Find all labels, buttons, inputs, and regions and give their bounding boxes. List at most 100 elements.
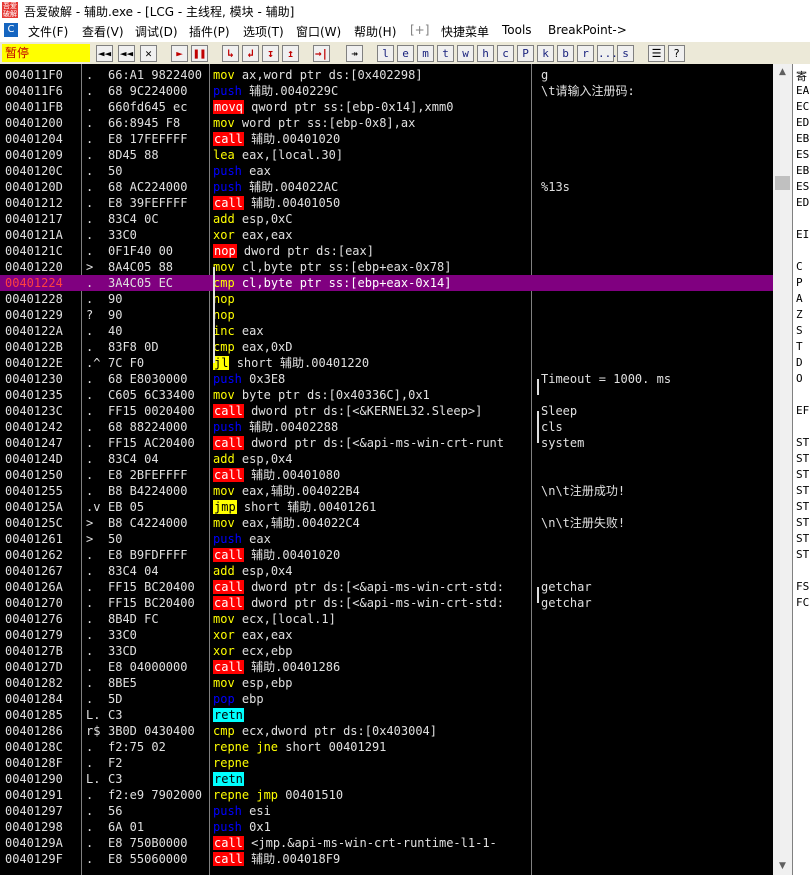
disasm-row[interactable]: 00401286 r$ 3B0D 0430400 cmp ecx,dword ptr … [0, 723, 792, 739]
disasm-row[interactable]: 0040127D. E8 04000000 call 辅助.00401286 [0, 659, 792, 675]
disasm-row[interactable]: 00401228. 90 nop [0, 291, 792, 307]
disasm-row[interactable]: 0040122A. 40 inc eax [0, 323, 792, 339]
disasm-row[interactable]: 0040125C > B8 C4224000 mov eax,辅助.004022C4 \… [0, 515, 792, 531]
disasm-row[interactable]: 004011F6. 68 9C224000 push 辅助.0040229C \t请输… [0, 83, 792, 99]
menu-help[interactable]: 帮助(H) [354, 23, 396, 40]
disasm-row[interactable]: 0040120C. 50 push eax [0, 163, 792, 179]
disasm-row[interactable]: 0040128F. F2 repne [0, 755, 792, 771]
menu-tools[interactable]: Tools [502, 23, 532, 37]
disasm-row[interactable]: 0040129F. E8 55060000 call 辅助.004018F9 [0, 851, 792, 867]
menu-view[interactable]: 查看(V) [82, 23, 124, 40]
disasm-row[interactable]: 00401298. 6A 01 push 0x1 [0, 819, 792, 835]
registers-pane[interactable]: 寄 EA EC ED EB ES EB ES ED EI C P A Z S T D O EF ST ST ST ST ST S… [792, 64, 810, 875]
step-into-icon[interactable]: ↳ [222, 45, 239, 62]
row-operands: esp,0x4 [241, 452, 293, 466]
disasm-row[interactable]: 0040122E .^ 7C F0 jl short 辅助.00401220 [0, 355, 792, 371]
disasm-row[interactable]: 00401250. E8 2BFEFFFF call 辅助.00401080 [0, 467, 792, 483]
row-instruction: nop [213, 291, 528, 307]
pause-icon[interactable]: ❚❚ [191, 45, 208, 62]
disasm-row[interactable]: 00401285 L. C3 retn [0, 707, 792, 723]
trace-over-icon[interactable]: ↥ [282, 45, 299, 62]
disasm-row[interactable]: 0040129A. E8 750B0000 call <jmp.&api-ms-wi… [0, 835, 792, 851]
log-window-button[interactable]: l [377, 45, 394, 62]
vertical-scrollbar[interactable]: ▲ ▼ [773, 64, 792, 875]
threads-button[interactable]: t [437, 45, 454, 62]
disasm-row[interactable]: 0040126A. FF15 BC20400 call dword ptr ds:[… [0, 579, 792, 595]
menu-breakpoint[interactable]: BreakPoint-> [548, 23, 627, 37]
disasm-row[interactable]: 0040125A .v EB 05 jmp short 辅助.00401261 [0, 499, 792, 515]
disasm-row[interactable]: 00401220 >8A4C05 88 mov cl,byte ptr ss:[eb… [0, 259, 792, 275]
disasm-row[interactable]: 00401212. E8 39FEFFFF call 辅助.00401050 [0, 195, 792, 211]
row-address: 004011F6 [5, 84, 63, 98]
menu-list-icon[interactable]: ☰ [648, 45, 665, 62]
disasm-row[interactable]: 0040121A. 33C0 xor eax,eax [0, 227, 792, 243]
goto-icon[interactable]: ↠ [346, 45, 363, 62]
disasm-row[interactable]: 00401217. 83C4 0C add esp,0xC [0, 211, 792, 227]
open-icon[interactable]: ◄◄ [96, 45, 113, 62]
menu-plugins[interactable]: 插件(P) [189, 23, 230, 40]
disasm-row[interactable]: 00401297. 56 push esi [0, 803, 792, 819]
disasm-row[interactable]: 004011F0. 66:A1 9822400 mov ax,word ptr ds… [0, 67, 792, 83]
step-over-icon[interactable]: ↲ [242, 45, 259, 62]
row-instruction: retn [213, 707, 528, 723]
row-address: 0040122A [5, 324, 63, 338]
call-stack-button[interactable]: k [537, 45, 554, 62]
trace-into-icon[interactable]: ↧ [262, 45, 279, 62]
rewind-icon[interactable]: ◄◄ [118, 45, 135, 62]
disasm-row[interactable]: 0040121C. 0F1F40 00 nop dword ptr ds:[eax] [0, 243, 792, 259]
menu-debug[interactable]: 调试(D) [135, 23, 178, 40]
references-button[interactable]: r [577, 45, 594, 62]
disasm-row[interactable]: 00401229? 90 nop [0, 307, 792, 323]
source-button[interactable]: s [617, 45, 634, 62]
executable-modules-button[interactable]: e [397, 45, 414, 62]
disasm-row[interactable]: 0040120D. 68 AC224000 push 辅助.004022AC %13s [0, 179, 792, 195]
disasm-row[interactable]: 00401204. E8 17FEFFFF call 辅助.00401020 [0, 131, 792, 147]
scroll-down-icon[interactable]: ▼ [773, 858, 792, 875]
disasm-row[interactable]: 0040123C. FF15 0020400 call dword ptr ds:[… [0, 403, 792, 419]
scroll-thumb[interactable] [775, 176, 790, 190]
menu-options[interactable]: 选项(T) [243, 23, 284, 40]
menu-shortcut[interactable]: 快捷菜单 [441, 23, 489, 40]
disasm-row[interactable]: 00401282. 8BE5 mov esp,ebp [0, 675, 792, 691]
disasm-row[interactable]: 004011FB. 660fd645 ec movq qword ptr ss:[e… [0, 99, 792, 115]
close-icon[interactable]: ✕ [140, 45, 157, 62]
disasm-row[interactable]: 00401261 >50 push eax [0, 531, 792, 547]
disasm-row[interactable]: 00401230. 68 E8030000 push 0x3E8 Timeout = … [0, 371, 792, 387]
disasm-row[interactable]: 00401290 L. C3 retn [0, 771, 792, 787]
scroll-up-icon[interactable]: ▲ [773, 64, 792, 81]
menu-plus[interactable]: [+] [410, 23, 429, 37]
menu-window[interactable]: 窗口(W) [296, 23, 341, 40]
disasm-row[interactable]: 00401200. 66:8945 F8 mov word ptr ss:[ebp-… [0, 115, 792, 131]
disasm-row[interactable]: 00401284. 5D pop ebp [0, 691, 792, 707]
disasm-row[interactable]: 00401276. 8B4D FC mov ecx,[local.1] [0, 611, 792, 627]
system-menu-icon[interactable]: C [4, 23, 18, 37]
disasm-row[interactable]: 0040122B. 83F8 0D cmp eax,0xD [0, 339, 792, 355]
disasm-row[interactable]: 00401242. 68 88224000 push 辅助.00402288 cls [0, 419, 792, 435]
disasm-row[interactable]: 0040124D. 83C4 04 add esp,0x4 [0, 451, 792, 467]
cpu-button[interactable]: c [497, 45, 514, 62]
handles-button[interactable]: h [477, 45, 494, 62]
disasm-row[interactable]: 00401279. 33C0 xor eax,eax [0, 627, 792, 643]
disasm-row[interactable]: 00401209. 8D45 88 lea eax,[local.30] [0, 147, 792, 163]
disasm-row[interactable]: 00401262. E8 B9FDFFFF call 辅助.00401020 [0, 547, 792, 563]
disasm-row[interactable]: 00401224. 3A4C05 EC cmp cl,byte ptr ss:[eb… [0, 275, 792, 291]
disasm-row[interactable]: 00401235. C605 6C33400 mov byte ptr ds:[0x… [0, 387, 792, 403]
disasm-row[interactable]: 00401270. FF15 BC20400 call dword ptr ds:[… [0, 595, 792, 611]
execute-till-return-icon[interactable]: →| [313, 45, 330, 62]
disasm-row[interactable]: 0040127B. 33CD xor ecx,ebp [0, 643, 792, 659]
row-instruction: call <jmp.&api-ms-win-crt-runtime-l1-1- [213, 835, 528, 851]
disasm-row[interactable]: 00401247. FF15 AC20400 call dword ptr ds:[… [0, 435, 792, 451]
breakpoints-button[interactable]: b [557, 45, 574, 62]
patches-button[interactable]: P [517, 45, 534, 62]
windows-button[interactable]: w [457, 45, 474, 62]
disasm-row[interactable]: 00401255. B8 B4224000 mov eax,辅助.004022B4 \… [0, 483, 792, 499]
disasm-row[interactable]: 0040128C. f2:75 02 repne jne short 0040129… [0, 739, 792, 755]
menu-file[interactable]: 文件(F) [28, 23, 68, 40]
run-icon[interactable]: ► [171, 45, 188, 62]
memory-map-button[interactable]: m [417, 45, 434, 62]
disassembly-pane[interactable]: 004011F0. 66:A1 9822400 mov ax,word ptr ds… [0, 64, 792, 875]
help-icon[interactable]: ? [668, 45, 685, 62]
disasm-row[interactable]: 00401267. 83C4 04 add esp,0x4 [0, 563, 792, 579]
run-trace-button[interactable]: ... [597, 45, 618, 62]
disasm-row[interactable]: 00401291. f2:e9 7902000 repne jmp 00401510 [0, 787, 792, 803]
